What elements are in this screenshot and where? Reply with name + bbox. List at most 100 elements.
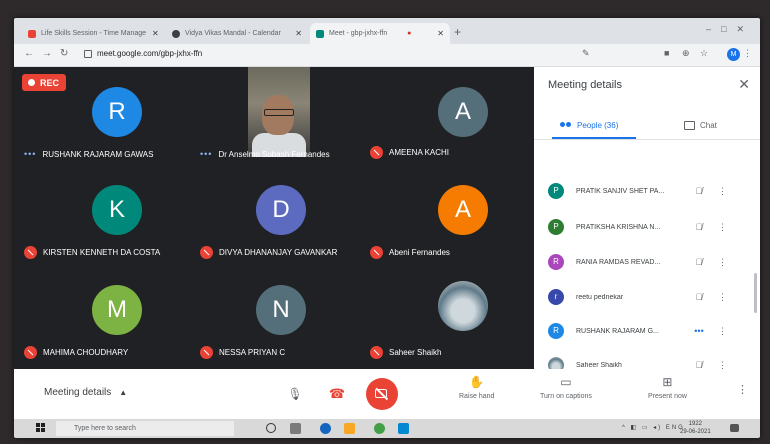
- more-options-icon[interactable]: ⋮: [718, 186, 727, 197]
- participant-name: NESSA PRIYAN C: [219, 348, 286, 357]
- participant-tile[interactable]: D DIVYA DHANANJAY GAVANKAR: [194, 167, 364, 265]
- more-options-icon[interactable]: ⋮: [718, 222, 727, 233]
- participant-name: RUSHANK RAJARAM GAWAS: [42, 149, 154, 159]
- tab-label: Life Skills Session - Time Manage: [41, 30, 147, 37]
- participant-name: AMEENA KACHI: [389, 148, 450, 157]
- participant-name: Abeni Fernandes: [389, 248, 450, 257]
- more-options-icon[interactable]: ⋮: [718, 257, 727, 268]
- people-icon: [560, 121, 572, 130]
- meet-icon: [316, 29, 324, 38]
- tab-chat[interactable]: Chat: [684, 121, 717, 130]
- pencil-icon[interactable]: ✎: [582, 48, 590, 59]
- people-list-item[interactable]: r reetu pednekar 🎙̸ ⋮: [548, 287, 748, 307]
- close-tab-icon[interactable]: ✕: [431, 29, 444, 38]
- raise-hand-button[interactable]: ✋ Raise hand: [459, 375, 494, 400]
- back-arrow-icon[interactable]: ←: [24, 48, 34, 59]
- person-name: reetu pednekar: [576, 293, 624, 301]
- person-name: Saheer Shaikh: [576, 361, 622, 369]
- address-bar-row: ← → ↻ meet.google.com/gbp-jxhx-ffn ✎ ■ ⊕…: [14, 44, 760, 67]
- participant-video: [248, 67, 310, 157]
- browser-tab-calendar[interactable]: Vidya Vikas Mandal - Calendar ✕: [166, 23, 308, 44]
- avatar: R: [92, 87, 142, 137]
- close-tab-icon[interactable]: ✕: [289, 29, 302, 38]
- more-options-icon[interactable]: ⋮: [737, 383, 748, 396]
- edge-icon[interactable]: [320, 423, 331, 434]
- avatar: A: [438, 185, 488, 235]
- chrome-icon[interactable]: [374, 423, 385, 434]
- participant-tile-video[interactable]: ••• Dr Anselmo Subash Fernandes: [194, 67, 364, 165]
- system-tray[interactable]: ^ ◧ ▭ ◂) ENG: [622, 424, 685, 431]
- taskbar-clock[interactable]: 1922 29-06-2021: [680, 420, 711, 436]
- present-now-button[interactable]: ⊞ Present now: [648, 375, 687, 400]
- avatar: R: [548, 323, 564, 339]
- participant-name: DIVYA DHANANJAY GAVANKAR: [219, 248, 338, 257]
- person-name: PRATIKSHA KRISHNA N...: [576, 223, 661, 231]
- hangup-icon: ☎: [328, 386, 346, 401]
- tab-people[interactable]: People (36): [560, 121, 618, 130]
- people-list-item[interactable]: R RUSHANK RAJARAM G... ••• ⋮: [548, 321, 748, 341]
- profile-avatar[interactable]: M: [727, 48, 740, 61]
- participant-tile[interactable]: A Abeni Fernandes: [364, 167, 534, 265]
- people-list-item[interactable]: R RANIA RAMDAS REVAD... 🎙̸ ⋮: [548, 252, 748, 272]
- meeting-control-bar: Meeting details ▲ 🎙 ☎ ✋ Raise hand ▭ Tur…: [14, 369, 760, 419]
- people-list-item[interactable]: P PRATIK SANJIV SHET PA... 🎙̸ ⋮: [548, 181, 748, 201]
- camera-off-button[interactable]: [366, 378, 398, 410]
- meeting-details-button[interactable]: Meeting details ▲: [44, 387, 127, 398]
- clock-date: 29-06-2021: [680, 429, 711, 435]
- task-view-icon[interactable]: [290, 423, 301, 434]
- bookmark-star-icon[interactable]: ☆: [700, 48, 708, 59]
- mic-off-icon: [370, 146, 383, 159]
- browser-tab-life-skills[interactable]: Life Skills Session - Time Manage ✕: [22, 23, 164, 44]
- person-name: PRATIK SANJIV SHET PA...: [576, 187, 665, 195]
- windows-start-icon[interactable]: [36, 423, 46, 433]
- avatar: A: [438, 87, 488, 137]
- windows-taskbar: Type here to search ^ ◧ ▭ ◂) ENG 1922 29…: [14, 419, 760, 438]
- more-options-icon[interactable]: ⋮: [718, 292, 727, 303]
- chat-icon: [684, 121, 695, 130]
- camera-icon[interactable]: ■: [664, 48, 669, 58]
- cortana-icon[interactable]: [266, 423, 276, 433]
- zoom-icon[interactable]: ⊕: [682, 48, 690, 59]
- reload-icon[interactable]: ↻: [60, 48, 68, 59]
- raise-hand-label: Raise hand: [459, 393, 495, 400]
- window-controls[interactable]: –□✕: [706, 24, 754, 35]
- forward-arrow-icon[interactable]: →: [42, 48, 52, 59]
- more-options-icon[interactable]: ⋮: [718, 326, 727, 337]
- mic-off-icon: 🎙̸: [695, 222, 703, 232]
- participant-tile[interactable]: Saheer Shaikh: [364, 267, 534, 365]
- gmail-icon: [28, 29, 36, 38]
- url-field[interactable]: meet.google.com/gbp-jxhx-ffn: [84, 49, 202, 58]
- taskbar-search-field[interactable]: Type here to search: [56, 421, 234, 436]
- panel-scrollbar[interactable]: [754, 273, 757, 313]
- store-icon[interactable]: [398, 423, 409, 434]
- mic-off-icon: [370, 246, 383, 259]
- captions-button[interactable]: ▭ Turn on captions: [540, 375, 592, 400]
- people-list-item[interactable]: P PRATIKSHA KRISHNA N... 🎙̸ ⋮: [548, 217, 748, 237]
- close-tab-icon[interactable]: ✕: [146, 29, 159, 38]
- avatar: P: [548, 183, 564, 199]
- talking-indicator-icon: •••: [24, 149, 37, 159]
- participant-tile[interactable]: R ••• RUSHANK RAJARAM GAWAS: [24, 67, 194, 165]
- browser-tab-meet[interactable]: Meet - gbp-jxhx-ffn ● ✕: [310, 23, 450, 44]
- close-panel-icon[interactable]: ✕: [738, 76, 750, 93]
- new-tab-icon[interactable]: +: [454, 25, 461, 39]
- leave-call-button[interactable]: ☎: [326, 383, 348, 405]
- tab-label: Vidya Vikas Mandal - Calendar: [185, 30, 281, 37]
- file-explorer-icon[interactable]: [344, 423, 355, 434]
- mic-off-icon: 🎙̸: [695, 186, 703, 196]
- tab-people-label: People (36): [577, 121, 619, 130]
- participant-tile[interactable]: M MAHIMA CHOUDHARY: [24, 267, 194, 365]
- avatar: M: [92, 285, 142, 335]
- participant-tile[interactable]: K KIRSTEN KENNETH DA COSTA: [24, 167, 194, 265]
- notifications-icon[interactable]: [730, 424, 739, 432]
- participant-tile[interactable]: A AMEENA KACHI: [364, 67, 534, 165]
- mic-off-icon: [24, 246, 37, 259]
- microphone-button[interactable]: 🎙: [284, 383, 306, 405]
- mic-off-icon: [200, 246, 213, 259]
- talking-indicator-icon: •••: [694, 326, 704, 336]
- avatar: N: [256, 285, 306, 335]
- monitor-screen: Life Skills Session - Time Manage ✕ Vidy…: [14, 18, 760, 438]
- mic-off-icon: [370, 346, 383, 359]
- browser-menu-icon[interactable]: ⋮: [743, 48, 752, 59]
- participant-tile[interactable]: N NESSA PRIYAN C: [194, 267, 364, 365]
